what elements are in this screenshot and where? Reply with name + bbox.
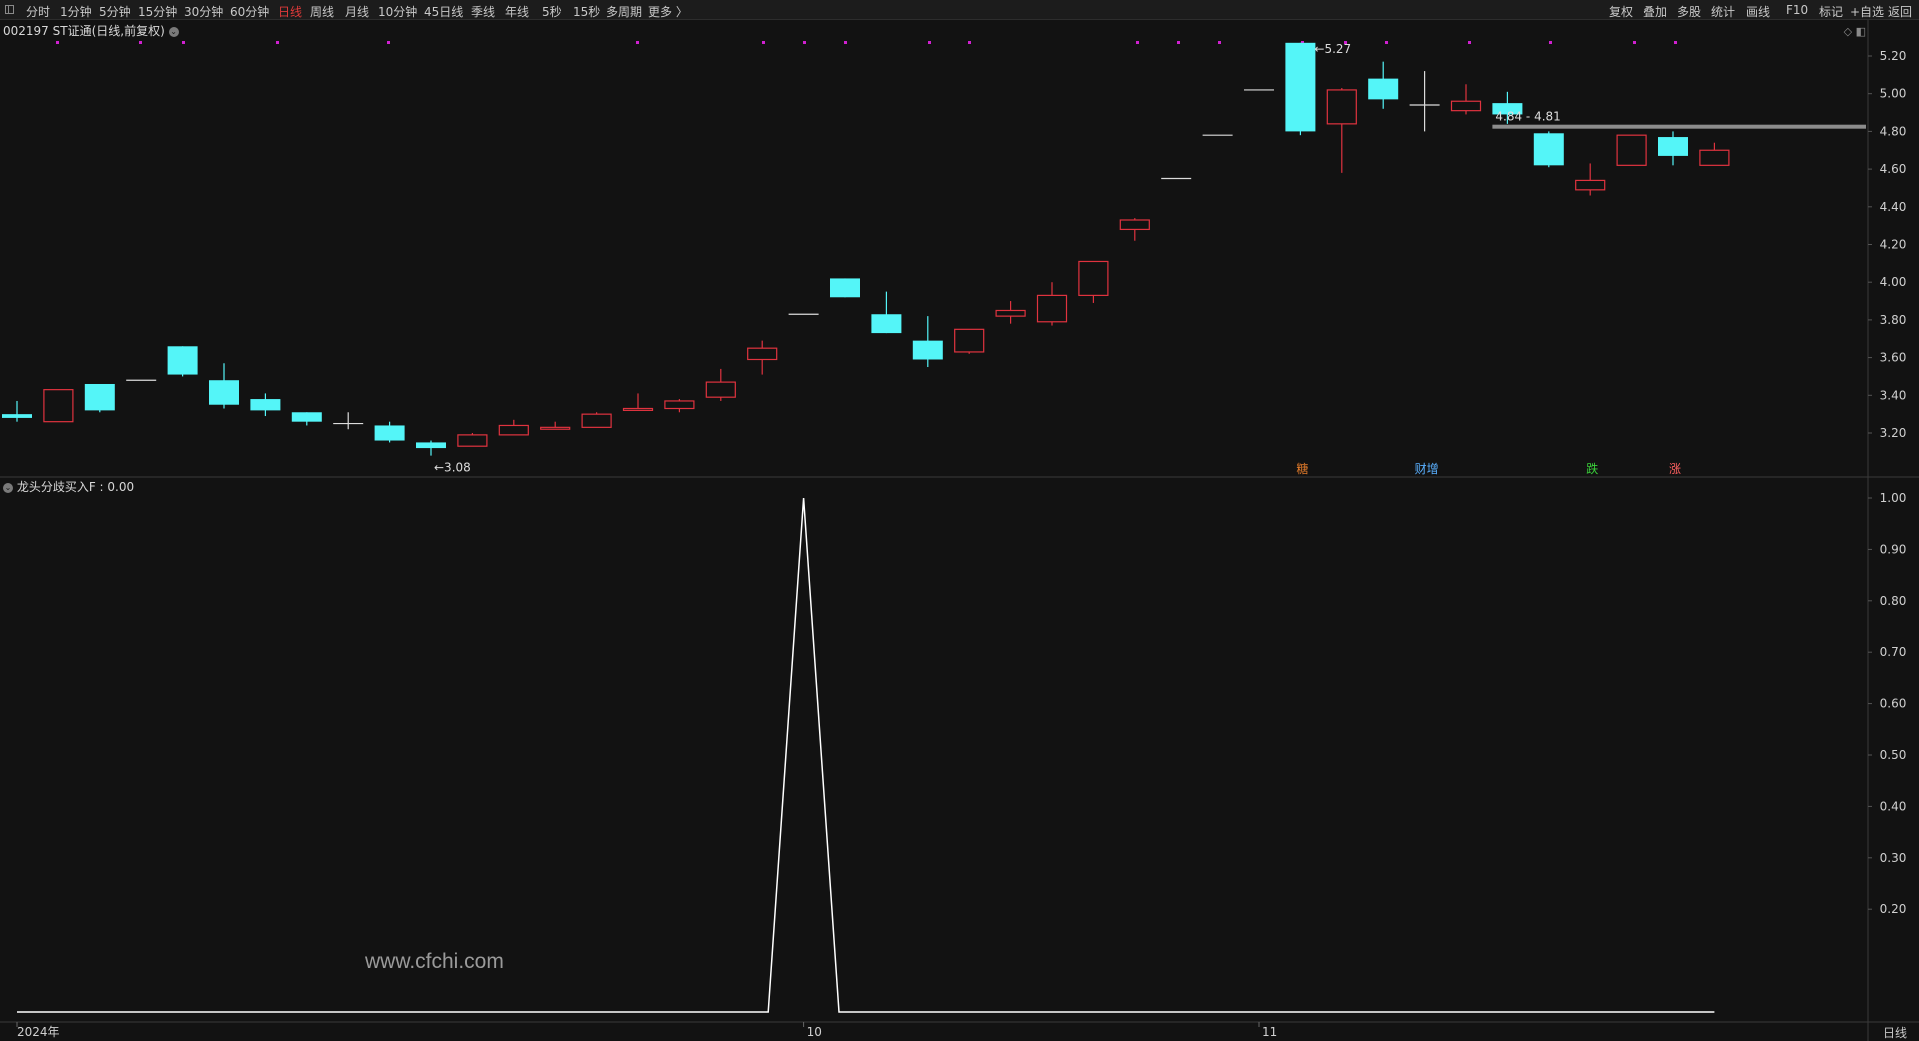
time-axis: 2024年 10 11 bbox=[16, 1022, 1277, 1039]
price-tick-label: 4.00 bbox=[1880, 275, 1907, 289]
signal-marker-dot bbox=[1468, 41, 1471, 44]
indicator-tick-label: 0.70 bbox=[1880, 645, 1907, 659]
candle-body bbox=[540, 426, 571, 430]
signal-markers bbox=[56, 41, 1677, 44]
candle-body bbox=[1119, 219, 1150, 231]
candle-body bbox=[1368, 78, 1399, 100]
event-tag: 糖 bbox=[1296, 461, 1308, 476]
candle-body bbox=[1078, 260, 1109, 296]
event-tags: 糖 财增 跌 涨 bbox=[1296, 461, 1681, 476]
candle-body bbox=[416, 442, 446, 449]
signal-marker-dot bbox=[276, 41, 279, 44]
candle-body bbox=[498, 424, 529, 436]
price-tick-label: 3.20 bbox=[1880, 426, 1907, 440]
indicator-tick-label: 1.00 bbox=[1880, 491, 1907, 505]
signal-marker-dot bbox=[1385, 41, 1388, 44]
candle-body bbox=[581, 413, 612, 428]
candle-body bbox=[84, 383, 115, 411]
indicator-tick-label: 0.30 bbox=[1880, 851, 1907, 865]
signal-marker-dot bbox=[928, 41, 931, 44]
indicator-axis: 1.00 0.90 0.80 0.70 0.60 0.50 0.40 0.30 0.20 bbox=[1868, 491, 1906, 916]
price-tick-label: 4.20 bbox=[1880, 238, 1907, 252]
signal-marker-dot bbox=[844, 41, 847, 44]
signal-marker-dot bbox=[968, 41, 971, 44]
event-tag: 财增 bbox=[1415, 462, 1439, 476]
signal-marker-dot bbox=[56, 41, 59, 44]
signal-marker-dot bbox=[1633, 41, 1636, 44]
candle-body bbox=[954, 328, 985, 353]
candle-body bbox=[622, 407, 654, 411]
price-tick-label: 4.60 bbox=[1880, 162, 1907, 176]
candle-body bbox=[995, 309, 1026, 317]
signal-marker-dot bbox=[387, 41, 390, 44]
candle-body bbox=[912, 340, 943, 360]
candle-body bbox=[1285, 42, 1316, 132]
candle-body bbox=[291, 412, 322, 422]
resistance-range-label: 4.84 - 4.81 bbox=[1495, 110, 1560, 124]
signal-marker-dot bbox=[139, 41, 142, 44]
signal-marker-dot bbox=[1136, 41, 1139, 44]
low-price-label: ←3.08 bbox=[434, 461, 471, 475]
candle-body bbox=[1616, 134, 1647, 166]
signal-marker-dot bbox=[636, 41, 639, 44]
price-axis: 5.20 5.00 4.80 4.60 4.40 4.20 4.00 3.80 3.60 3.40… bbox=[1868, 49, 1906, 440]
signal-marker-dot bbox=[762, 41, 765, 44]
candle-body bbox=[871, 314, 902, 334]
candle-body bbox=[1450, 100, 1482, 112]
candle-body bbox=[374, 425, 405, 441]
indicator-tick-label: 0.90 bbox=[1880, 542, 1907, 556]
indicator-plot bbox=[17, 497, 1715, 1013]
indicator-tick-label: 0.50 bbox=[1880, 748, 1907, 762]
signal-marker-dot bbox=[1674, 41, 1677, 44]
signal-marker-dot bbox=[1218, 41, 1221, 44]
candle-body bbox=[167, 346, 198, 375]
signal-marker-dot bbox=[803, 41, 806, 44]
signal-marker-dot bbox=[182, 41, 185, 44]
price-tick-label: 4.80 bbox=[1880, 124, 1907, 138]
candlesticks bbox=[2, 42, 1730, 456]
candle-body bbox=[830, 278, 860, 298]
indicator-tick-label: 0.60 bbox=[1880, 697, 1907, 711]
resistance-band bbox=[1492, 124, 1866, 129]
price-tick-label: 3.80 bbox=[1880, 313, 1907, 327]
candle-body bbox=[747, 347, 778, 361]
indicator-tick-label: 0.40 bbox=[1880, 799, 1907, 813]
candle-body bbox=[705, 381, 736, 398]
candle-body bbox=[250, 399, 281, 411]
price-tick-label: 3.60 bbox=[1880, 351, 1907, 365]
candle-body bbox=[1699, 149, 1730, 166]
candle-body bbox=[209, 380, 239, 405]
candle-body bbox=[1575, 179, 1606, 191]
price-tick-label: 3.40 bbox=[1880, 388, 1907, 402]
time-tick-label: 2024年 bbox=[17, 1025, 60, 1039]
candle-body bbox=[1326, 89, 1357, 125]
chart-canvas[interactable]: 5.20 5.00 4.80 4.60 4.40 4.20 4.00 3.80 3.60 3.40… bbox=[0, 0, 1919, 1041]
time-tick-label: 11 bbox=[1262, 1025, 1277, 1039]
candle-body bbox=[457, 434, 488, 447]
candle-body bbox=[1533, 133, 1564, 166]
price-tick-label: 5.20 bbox=[1880, 49, 1907, 63]
indicator-line bbox=[17, 497, 1715, 1013]
watermark: www.cfchi.com bbox=[365, 950, 504, 973]
signal-marker-dot bbox=[1177, 41, 1180, 44]
candle-body bbox=[1658, 137, 1688, 156]
candle-body bbox=[43, 389, 74, 423]
candle-body bbox=[1036, 294, 1068, 323]
period-indicator-button[interactable]: 日线 bbox=[1883, 1024, 1907, 1041]
event-tag: 跌 bbox=[1586, 461, 1598, 476]
indicator-tick-label: 0.20 bbox=[1880, 902, 1907, 916]
indicator-tick-label: 0.80 bbox=[1880, 594, 1907, 608]
high-price-label: ←5.27 bbox=[1314, 42, 1351, 56]
price-tick-label: 4.40 bbox=[1880, 200, 1907, 214]
signal-marker-dot bbox=[1549, 41, 1552, 44]
candle-body bbox=[2, 414, 32, 418]
time-tick-label: 10 bbox=[807, 1025, 822, 1039]
event-tag: 涨 bbox=[1669, 461, 1681, 476]
price-tick-label: 5.00 bbox=[1880, 87, 1907, 101]
candle-body bbox=[664, 400, 695, 410]
